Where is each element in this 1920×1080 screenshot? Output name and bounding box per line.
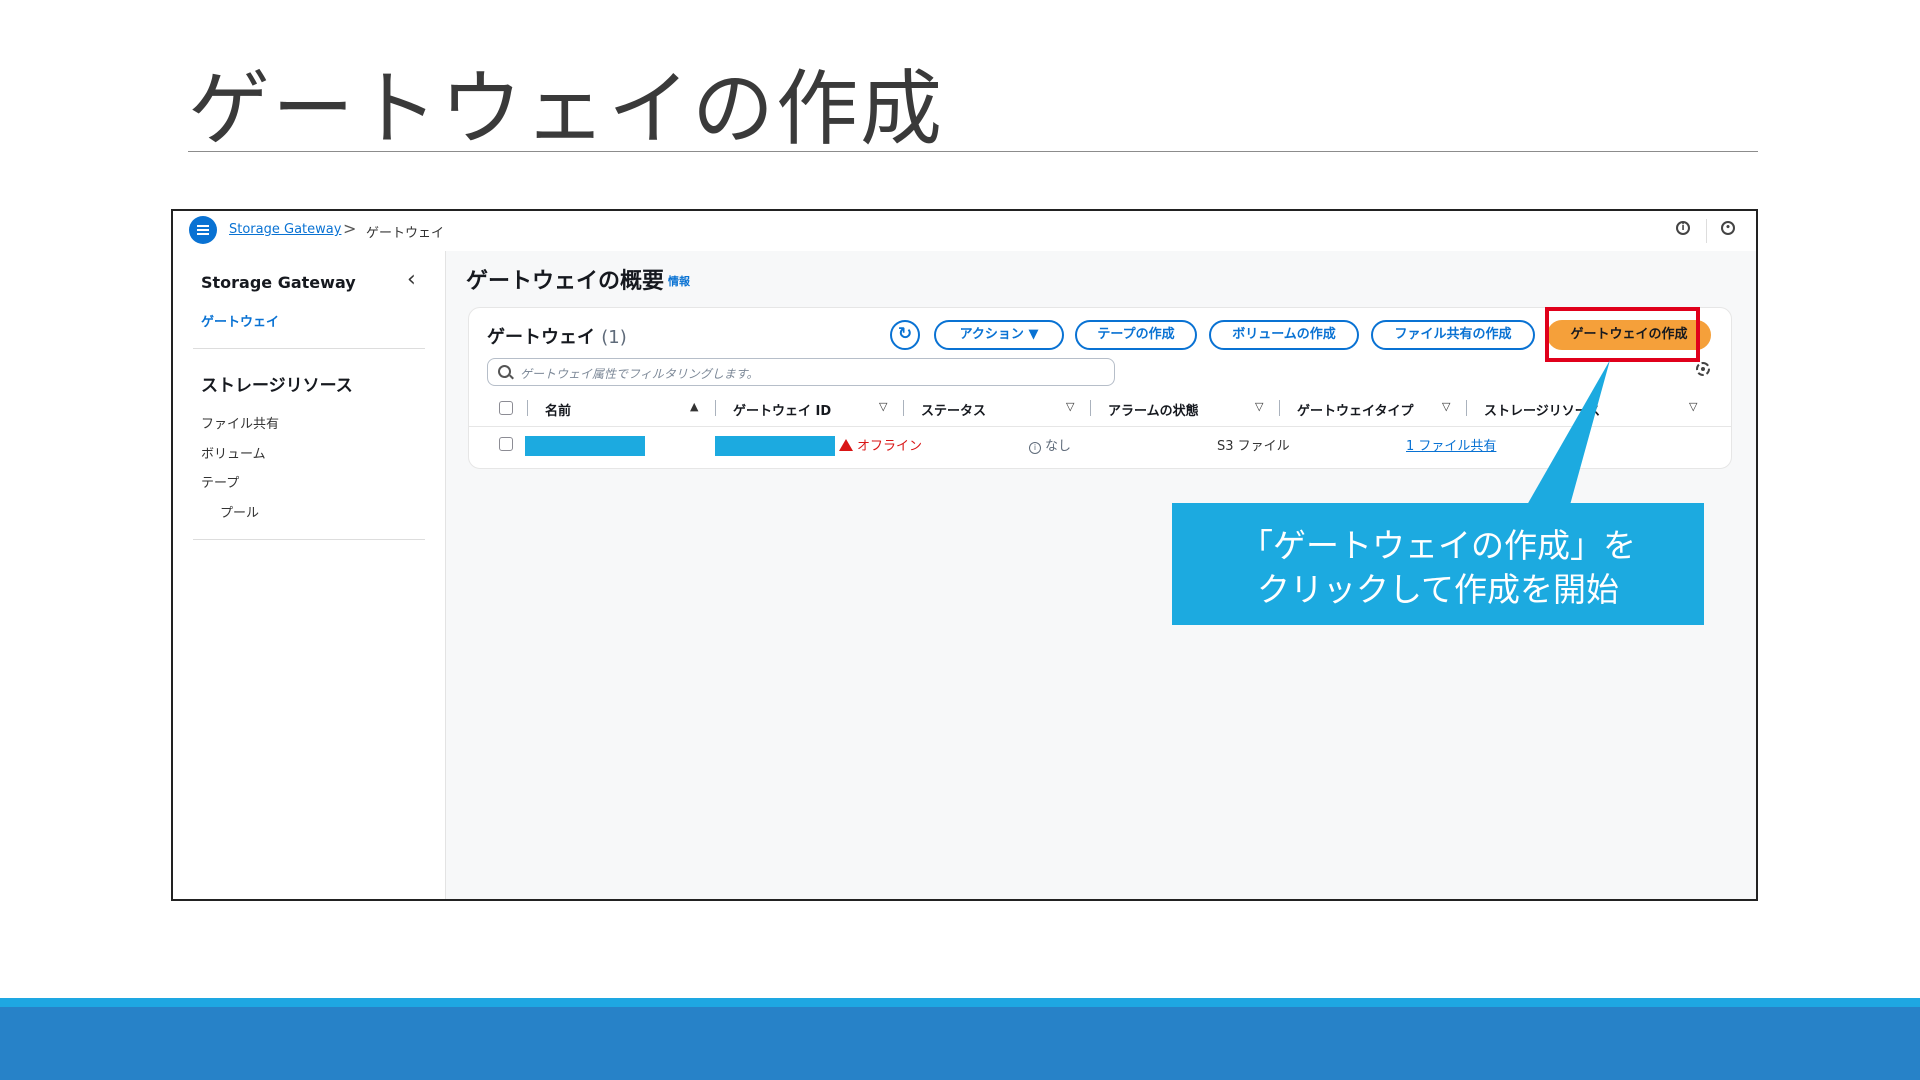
callout-line-2: クリックして作成を開始	[1256, 570, 1619, 609]
footer-band-accent	[0, 998, 1920, 1007]
callout-box: 「ゲートウェイの作成」を クリックして作成を開始	[1172, 503, 1704, 625]
footer-band	[0, 998, 1920, 1080]
callout-line-1: 「ゲートウェイの作成」を	[1240, 526, 1636, 565]
callout-arrow-shape	[1527, 360, 1610, 505]
